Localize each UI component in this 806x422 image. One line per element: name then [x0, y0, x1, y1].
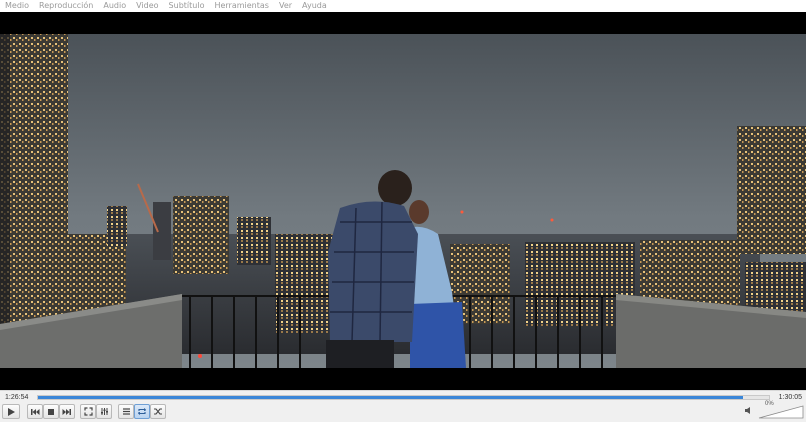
seek-bar[interactable]	[37, 395, 770, 400]
previous-icon	[31, 408, 40, 415]
menu-subtitulo[interactable]: Subtítulo	[164, 0, 210, 12]
menu-ver[interactable]: Ver	[274, 0, 297, 12]
menu-reproduccion[interactable]: Reproducción	[34, 0, 98, 12]
shuffle-button[interactable]	[150, 404, 166, 419]
menu-audio[interactable]: Audio	[98, 0, 131, 12]
menu-herramientas[interactable]: Herramientas	[209, 0, 274, 12]
stop-button[interactable]	[43, 404, 59, 419]
menu-video[interactable]: Video	[131, 0, 163, 12]
shuffle-icon	[154, 408, 162, 415]
stop-icon	[48, 408, 54, 415]
elapsed-time: 1:26:54	[5, 394, 29, 401]
previous-button[interactable]	[27, 404, 43, 419]
menu-medio[interactable]: Medio	[0, 0, 34, 12]
playlist-icon	[122, 408, 130, 415]
equalizer-icon	[100, 408, 108, 415]
seek-progress	[38, 396, 744, 399]
loop-icon	[138, 408, 146, 415]
speaker-icon[interactable]	[744, 406, 753, 415]
menu-bar: Medio Reproducción Audio Video Subtítulo…	[0, 0, 806, 12]
menu-ayuda[interactable]: Ayuda	[297, 0, 332, 12]
fullscreen-icon	[83, 407, 93, 416]
video-frame	[0, 12, 806, 390]
next-button[interactable]	[59, 404, 75, 419]
total-time: 1:30:05	[778, 394, 802, 401]
extended-settings-button[interactable]	[96, 404, 112, 419]
volume-slider[interactable]	[758, 405, 804, 419]
playlist-button[interactable]	[118, 404, 134, 419]
loop-button[interactable]	[134, 404, 150, 419]
next-icon	[62, 408, 71, 415]
play-button[interactable]	[2, 404, 20, 419]
play-icon	[8, 407, 15, 416]
fullscreen-button[interactable]	[80, 404, 96, 419]
video-area[interactable]	[0, 12, 806, 390]
playback-controls: 1:26:54 1:30:05 0%	[0, 390, 806, 422]
